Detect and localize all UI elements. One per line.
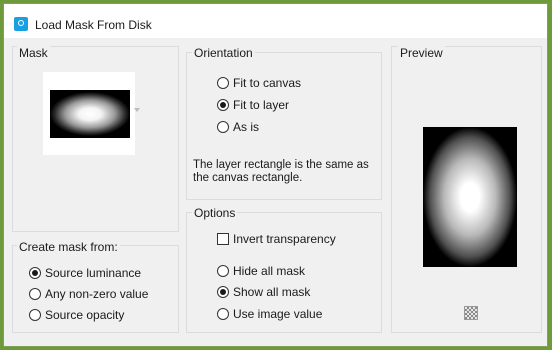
radio-label: Use image value [233,307,323,321]
window-title: Load Mask From Disk [35,18,152,32]
radio-label: Fit to canvas [233,76,302,90]
mask-group-label: Mask [17,46,50,60]
radio-indicator [29,309,41,321]
orientation-note-line1: The layer rectangle is the same as [193,159,369,171]
options-group-label: Options [192,206,238,220]
radio-use-image-value[interactable]: Use image value [217,306,322,322]
radio-label: Any non-zero value [45,287,149,301]
radio-label: Source luminance [45,266,142,280]
radio-hide-all-mask[interactable]: Hide all mask [217,263,305,279]
radio-fit-to-layer[interactable]: Fit to layer [217,97,289,113]
create-mask-group-label: Create mask from: [17,240,120,254]
radio-indicator [217,77,229,89]
radio-indicator [29,267,41,279]
mask-thumbnail-image [50,90,130,138]
radio-label: Fit to layer [233,98,290,112]
chevron-down-icon[interactable] [134,108,140,112]
radio-indicator [217,265,229,277]
radio-indicator [217,121,229,133]
radio-label: As is [233,120,260,134]
title-bar: Load Mask From Disk [4,4,547,38]
mask-thumbnail[interactable] [43,72,135,155]
radio-indicator [29,288,41,300]
checkbox-indicator [217,233,229,245]
radio-fit-to-canvas[interactable]: Fit to canvas [217,75,301,91]
radio-label: Hide all mask [233,264,306,278]
orientation-group-label: Orientation [192,46,255,60]
radio-indicator [217,308,229,320]
radio-show-all-mask[interactable]: Show all mask [217,284,310,300]
app-icon [14,17,28,31]
invert-transparency-checkbox[interactable]: Invert transparency [217,231,336,247]
radio-label: Source opacity [45,308,125,322]
preview-group-label: Preview [398,46,445,60]
checkbox-label: Invert transparency [233,232,336,246]
radio-source-opacity[interactable]: Source opacity [29,307,124,323]
radio-label: Show all mask [233,285,311,299]
radio-source-luminance[interactable]: Source luminance [29,265,141,281]
checkerboard-icon[interactable] [464,306,478,320]
preview-image [423,127,517,267]
radio-as-is[interactable]: As is [217,119,259,135]
radio-indicator [217,286,229,298]
radio-indicator [217,99,229,111]
orientation-note-line2: the canvas rectangle. [193,172,303,184]
radio-any-non-zero-value[interactable]: Any non-zero value [29,286,148,302]
